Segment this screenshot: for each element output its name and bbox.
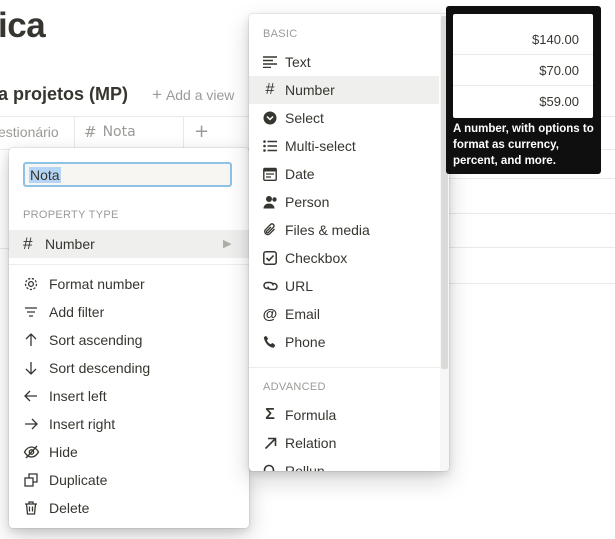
row-divider — [449, 283, 615, 284]
menu-divider — [9, 264, 249, 265]
hash-icon: # — [84, 123, 97, 141]
at-icon: @ — [262, 305, 278, 323]
insert-right-item[interactable]: Insert right — [21, 411, 115, 437]
add-column-plus-icon[interactable]: + — [194, 121, 209, 142]
row-divider — [0, 248, 9, 249]
search-icon — [262, 464, 278, 471]
row-divider — [449, 213, 615, 214]
arrow-up-right-icon — [262, 437, 278, 450]
checkbox-icon — [262, 251, 278, 265]
preview-value: $70.00 — [539, 62, 579, 78]
type-option-checkbox[interactable]: Checkbox — [249, 244, 439, 272]
chevron-right-icon: ▶ — [223, 238, 232, 250]
sigma-icon: Σ — [265, 406, 275, 423]
trash-icon — [21, 500, 41, 516]
gear-icon — [21, 276, 41, 292]
hash-icon: # — [265, 81, 275, 98]
eye-off-icon — [21, 444, 41, 460]
text-icon — [262, 56, 278, 68]
type-option-formula[interactable]: Σ Formula — [249, 401, 439, 429]
add-filter-item[interactable]: Add filter — [21, 299, 104, 325]
column-divider — [183, 117, 184, 148]
sort-descending-item[interactable]: Sort descending — [21, 355, 150, 381]
delete-item[interactable]: Delete — [21, 495, 89, 521]
sort-ascending-item[interactable]: Sort ascending — [21, 327, 142, 353]
type-option-files-media[interactable]: Files & media — [249, 216, 439, 244]
filter-icon — [21, 304, 41, 320]
type-option-relation[interactable]: Relation — [249, 429, 439, 457]
list-icon — [262, 140, 278, 152]
paperclip-icon — [262, 223, 278, 237]
tooltip-description: A number, with options to format as curr… — [453, 123, 594, 167]
type-option-rollup[interactable]: Rollup — [249, 457, 439, 471]
type-option-url[interactable]: URL — [249, 272, 439, 300]
hash-icon: # — [23, 234, 33, 253]
duplicate-item[interactable]: Duplicate — [21, 467, 107, 493]
type-option-text[interactable]: Text — [249, 48, 439, 76]
plus-icon: + — [152, 85, 162, 104]
preview-value: $59.00 — [539, 93, 579, 109]
type-option-multi-select[interactable]: Multi-select — [249, 132, 439, 160]
preview-value: $140.00 — [532, 31, 579, 47]
column-header-questionario[interactable]: estionário — [0, 124, 59, 140]
column-divider — [74, 117, 75, 148]
column-header-nota[interactable]: # Nota — [84, 122, 174, 142]
arrow-down-icon — [21, 360, 41, 376]
database-view-title[interactable]: a projetos (MP) — [0, 84, 128, 105]
basic-section-label: BASIC — [263, 28, 298, 40]
add-view-button[interactable]: + Add a view — [152, 85, 234, 105]
select-icon — [262, 111, 278, 125]
row-divider — [449, 178, 615, 179]
type-option-person[interactable]: Person — [249, 188, 439, 216]
menu-divider — [249, 367, 440, 368]
property-menu: Nota PROPERTY TYPE # Number ▶ Format num… — [9, 148, 249, 528]
type-option-date[interactable]: Date — [249, 160, 439, 188]
property-name-input[interactable]: Nota — [23, 162, 232, 187]
type-option-number[interactable]: # Number — [249, 76, 439, 104]
advanced-section-label: ADVANCED — [263, 381, 326, 393]
arrow-up-icon — [21, 332, 41, 348]
type-option-email[interactable]: @ Email — [249, 300, 439, 328]
duplicate-icon — [21, 472, 41, 488]
property-type-selector[interactable]: # Number ▶ — [9, 230, 249, 258]
calendar-icon — [262, 167, 278, 181]
property-type-label: PROPERTY TYPE — [23, 209, 119, 221]
phone-icon — [262, 335, 278, 349]
type-option-select[interactable]: Select — [249, 104, 439, 132]
tooltip-preview-table: $140.00 $70.00 $59.00 — [453, 14, 593, 118]
person-icon — [262, 195, 278, 209]
hide-item[interactable]: Hide — [21, 439, 78, 465]
arrow-right-icon — [21, 416, 41, 432]
format-number-item[interactable]: Format number — [21, 271, 145, 297]
link-icon — [262, 280, 278, 292]
row-divider — [449, 247, 615, 248]
type-option-phone[interactable]: Phone — [249, 328, 439, 356]
number-type-tooltip: $140.00 $70.00 $59.00 A number, with opt… — [446, 6, 601, 174]
page-title: ica — [0, 6, 46, 45]
property-type-menu: BASIC Text # Number Select Multi-select … — [249, 14, 449, 471]
insert-left-item[interactable]: Insert left — [21, 383, 107, 409]
arrow-left-icon — [21, 388, 41, 404]
